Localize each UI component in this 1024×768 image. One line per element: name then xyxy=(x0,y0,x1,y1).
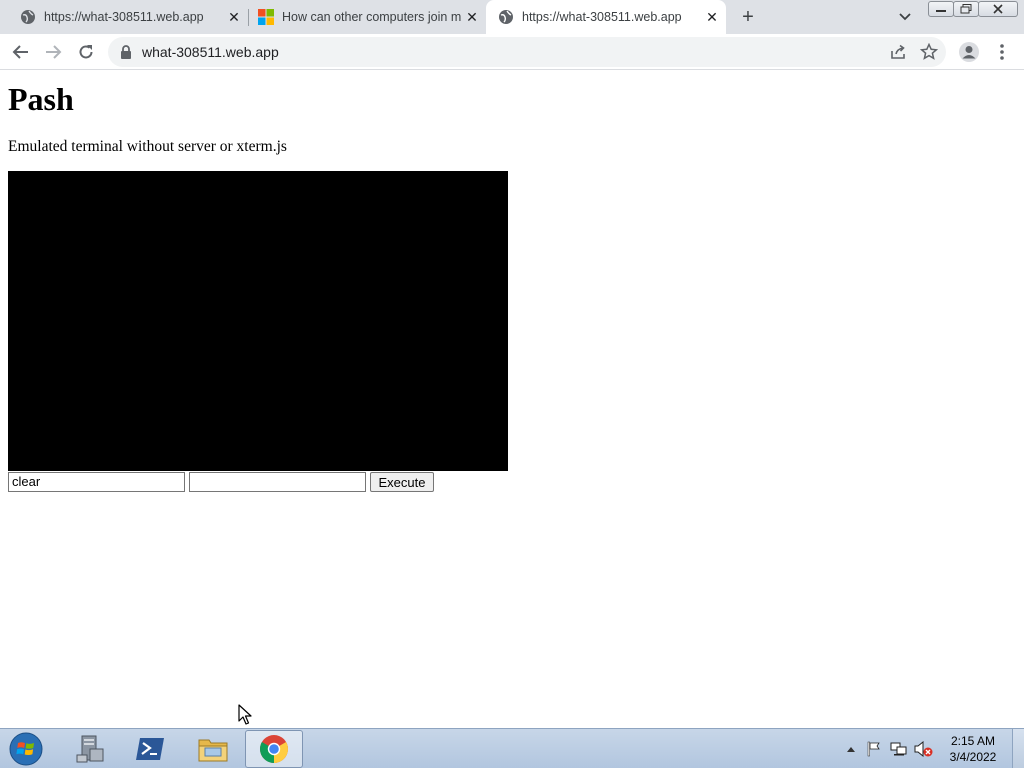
lock-icon[interactable] xyxy=(120,45,132,64)
system-clock[interactable]: 2:15 AM 3/4/2022 xyxy=(942,733,1004,765)
back-arrow-icon[interactable] xyxy=(9,40,33,64)
new-tab-button[interactable]: + xyxy=(736,6,760,28)
execute-button[interactable]: Execute xyxy=(370,472,434,492)
close-window-icon[interactable] xyxy=(978,1,1018,17)
arguments-input[interactable] xyxy=(189,472,366,492)
clock-time: 2:15 AM xyxy=(950,734,996,748)
forward-arrow-icon[interactable] xyxy=(41,40,65,64)
reload-icon[interactable] xyxy=(74,40,98,64)
tab-search-chevron-icon[interactable] xyxy=(895,8,915,26)
tab-title: https://what-308511.web.app xyxy=(522,10,682,24)
clock-date: 3/4/2022 xyxy=(949,750,997,764)
command-input[interactable]: clear xyxy=(8,472,185,492)
network-icon[interactable] xyxy=(888,729,910,768)
browser-tab-strip: https://what-308511.web.app ✕ How can ot… xyxy=(0,0,1024,34)
address-bar[interactable]: what-308511.web.app xyxy=(108,37,946,67)
volume-muted-icon[interactable] xyxy=(912,729,936,768)
microsoft-logo-icon xyxy=(258,9,274,25)
mouse-pointer-icon xyxy=(238,704,252,731)
file-explorer-icon[interactable] xyxy=(184,730,242,768)
restore-window-icon[interactable] xyxy=(953,1,979,17)
windows-taskbar: 2:15 AM 3/4/2022 xyxy=(0,728,1024,768)
tab-3-active[interactable]: https://what-308511.web.app ✕ xyxy=(486,0,726,34)
bookmark-star-icon[interactable] xyxy=(919,42,939,66)
powershell-icon[interactable] xyxy=(121,730,179,768)
minimize-window-icon[interactable] xyxy=(928,1,954,17)
terminal-canvas[interactable] xyxy=(8,171,508,471)
page-title: Pash xyxy=(8,81,74,117)
close-tab-icon[interactable]: ✕ xyxy=(702,7,722,27)
close-tab-icon[interactable]: ✕ xyxy=(462,7,482,27)
start-button[interactable] xyxy=(6,731,46,767)
tab-title: How can other computers join m xyxy=(282,10,462,24)
globe-icon xyxy=(20,9,36,25)
action-center-flag-icon[interactable] xyxy=(864,729,884,768)
tab-2[interactable]: How can other computers join m ✕ xyxy=(238,0,486,34)
address-url: what-308511.web.app xyxy=(142,44,279,60)
page-subtitle: Emulated terminal without server or xter… xyxy=(8,138,287,155)
browser-menu-kebab-icon[interactable] xyxy=(990,40,1014,64)
tab-title: https://what-308511.web.app xyxy=(44,10,204,24)
web-page: Pash Emulated terminal without server or… xyxy=(0,71,1024,728)
show-hidden-icons-arrow[interactable] xyxy=(843,729,859,768)
show-desktop-button[interactable] xyxy=(1012,729,1024,768)
globe-icon xyxy=(498,9,514,25)
profile-avatar-icon[interactable] xyxy=(957,40,981,64)
tab-1[interactable]: https://what-308511.web.app ✕ xyxy=(0,0,248,34)
browser-toolbar: what-308511.web.app xyxy=(0,34,1024,70)
chrome-icon[interactable] xyxy=(245,730,303,768)
server-manager-icon[interactable] xyxy=(61,730,119,768)
share-icon[interactable] xyxy=(890,44,906,65)
